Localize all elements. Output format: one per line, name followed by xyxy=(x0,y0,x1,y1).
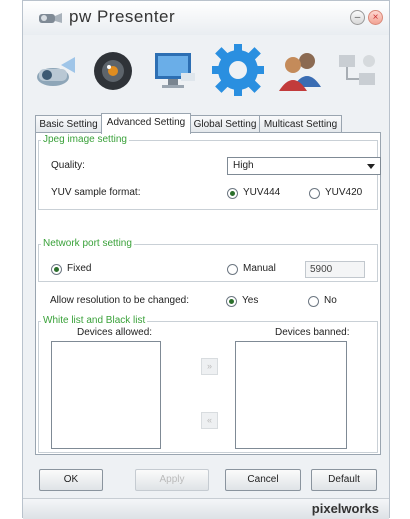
app-window: pw Presenter – × Basic Setting Advanced … xyxy=(22,0,390,519)
manual-port-label: Manual xyxy=(243,263,276,274)
apply-button[interactable]: Apply xyxy=(135,469,209,491)
port-number-field[interactable]: 5900 xyxy=(305,261,365,278)
tab-global-setting[interactable]: Global Setting xyxy=(190,115,260,133)
tab-multicast-setting[interactable]: Multicast Setting xyxy=(259,115,342,133)
jpeg-group-label: Jpeg image setting xyxy=(41,134,129,145)
white-black-list-group: White list and Black list Devices allowe… xyxy=(38,315,378,453)
list-group-label: White list and Black list xyxy=(41,315,148,326)
cancel-button[interactable]: Cancel xyxy=(225,469,301,491)
close-button[interactable]: × xyxy=(368,10,383,25)
resolution-no-radio[interactable] xyxy=(308,296,319,307)
webcam-icon[interactable] xyxy=(89,47,137,95)
status-footer: pixelworks xyxy=(23,498,389,519)
quality-value: High xyxy=(233,160,254,171)
default-button[interactable]: Default xyxy=(311,469,377,491)
brand-logo: pixelworks xyxy=(311,501,379,516)
network-icon[interactable] xyxy=(333,47,381,95)
tab-advanced-setting[interactable]: Advanced Setting xyxy=(101,113,191,134)
network-port-group: Network port setting Fixed Manual 5900 xyxy=(38,238,378,282)
advanced-setting-panel: Jpeg image setting Quality: High YUV sam… xyxy=(35,132,381,455)
app-logo-icon xyxy=(39,13,62,23)
add-to-banned-button[interactable]: » xyxy=(201,358,218,375)
gear-icon[interactable] xyxy=(209,41,267,99)
toolbar xyxy=(23,37,389,107)
quality-select[interactable]: High xyxy=(227,157,381,175)
fixed-port-label: Fixed xyxy=(67,263,92,274)
fixed-port-radio[interactable] xyxy=(51,264,62,275)
yuv444-radio[interactable] xyxy=(227,188,238,199)
projector-icon[interactable] xyxy=(31,47,79,95)
monitor-icon[interactable] xyxy=(151,47,199,95)
devices-allowed-label: Devices allowed: xyxy=(77,327,153,338)
quality-label: Quality: xyxy=(51,160,85,171)
devices-allowed-list[interactable] xyxy=(51,341,161,449)
remove-from-banned-button[interactable]: « xyxy=(201,412,218,429)
resolution-yes-label: Yes xyxy=(242,295,259,306)
tab-basic-setting[interactable]: Basic Setting xyxy=(35,115,102,133)
yuv420-label: YUV420 xyxy=(325,187,363,198)
manual-port-radio[interactable] xyxy=(227,264,238,275)
chevron-down-icon xyxy=(367,164,375,169)
title-bar: pw Presenter – × xyxy=(23,1,389,35)
devices-banned-list[interactable] xyxy=(235,341,347,449)
ok-button[interactable]: OK xyxy=(39,469,103,491)
resolution-yes-radio[interactable] xyxy=(226,296,237,307)
resolution-no-label: No xyxy=(324,295,337,306)
jpeg-image-group: Jpeg image setting Quality: High YUV sam… xyxy=(38,134,381,210)
devices-banned-label: Devices banned: xyxy=(275,327,350,338)
yuv420-radio[interactable] xyxy=(309,188,320,199)
allow-resolution-label: Allow resolution to be changed: xyxy=(50,295,189,306)
yuv-format-label: YUV sample format: xyxy=(51,187,141,198)
app-title: pw Presenter xyxy=(69,7,176,26)
users-icon[interactable] xyxy=(277,47,325,95)
network-group-label: Network port setting xyxy=(41,238,134,249)
minimize-button[interactable]: – xyxy=(350,10,365,25)
yuv444-label: YUV444 xyxy=(243,187,281,198)
